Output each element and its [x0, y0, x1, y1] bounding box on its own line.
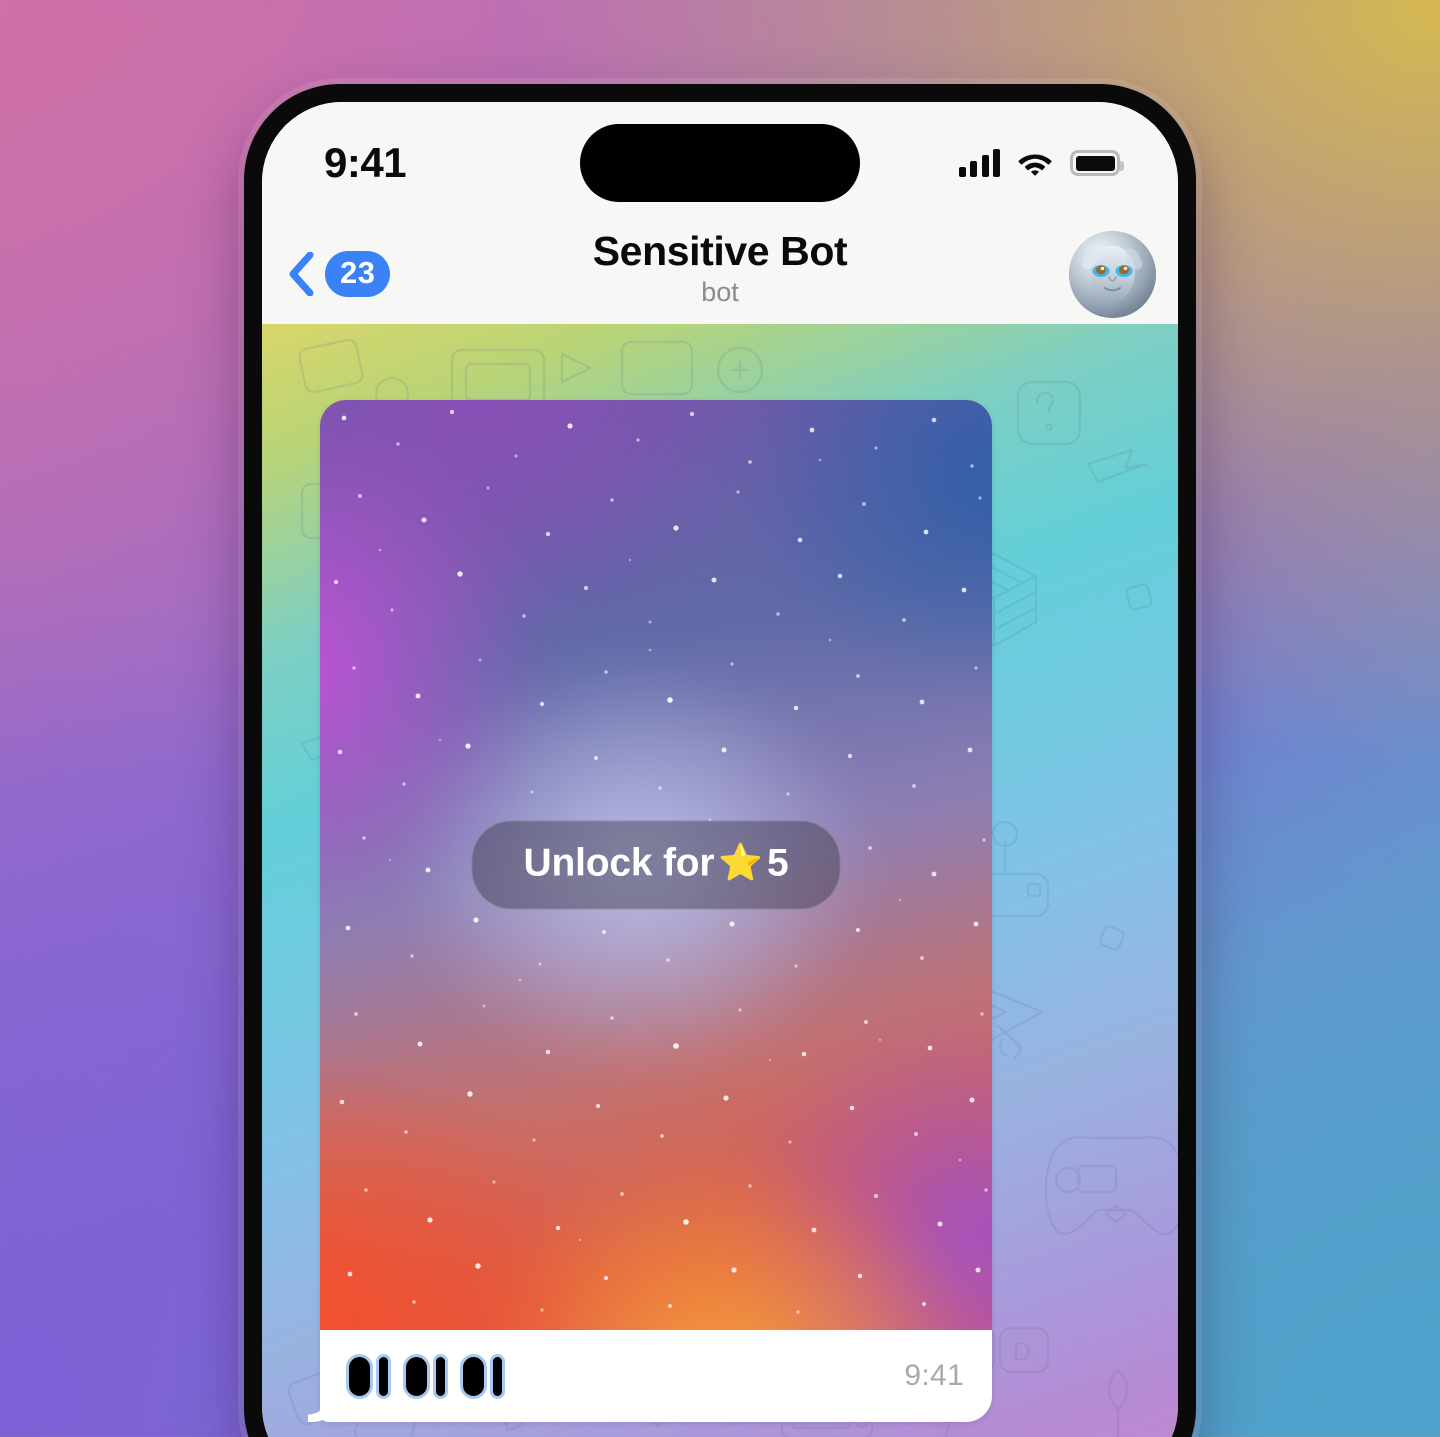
spoiler-block[interactable]: [460, 1353, 505, 1399]
unread-count-badge[interactable]: 23: [325, 251, 391, 297]
spoiler-block[interactable]: [403, 1353, 448, 1399]
chat-subtitle: bot: [701, 277, 739, 307]
message-caption-row: 9:41: [320, 1330, 992, 1422]
spoiler-block[interactable]: [346, 1353, 391, 1399]
avatar[interactable]: [1069, 230, 1156, 318]
spoiler-glyph-icon: [346, 1353, 373, 1399]
chevron-left-icon: [289, 252, 314, 296]
star-icon: ⭐: [718, 841, 763, 883]
unlock-label: Unlock for: [523, 841, 715, 885]
spoiler-glyph-icon: [403, 1353, 430, 1399]
spoiler-glyph-icon: [433, 1353, 448, 1399]
phone-screen: 9:41 23 Sensitive Bot bot D Unlock for ⭐…: [262, 102, 1178, 1437]
paid-media-spoiler[interactable]: Unlock for ⭐ 5: [320, 400, 992, 1330]
chat-title-block: Sensitive Bot bot: [262, 228, 1178, 308]
spoiler-glyph-icon: [376, 1353, 391, 1399]
message-timestamp: 9:41: [904, 1359, 964, 1392]
chat-title: Sensitive Bot: [592, 228, 848, 274]
unlock-price: 5: [766, 841, 789, 885]
cellular-bars-icon: [958, 149, 1000, 177]
chat-message-list[interactable]: W A S D: [262, 324, 1178, 1437]
svg-text:D: D: [1012, 1337, 1031, 1366]
status-bar-clock: 9:41: [324, 139, 407, 186]
spoiler-glyph-icon: [460, 1353, 487, 1399]
status-bar: 9:41: [262, 102, 1178, 224]
battery-full-icon: [1070, 150, 1124, 176]
unlock-media-button[interactable]: Unlock for ⭐ 5: [471, 820, 841, 910]
chat-header: 23 Sensitive Bot bot: [262, 224, 1178, 324]
message-bubble[interactable]: Unlock for ⭐ 5 9:41: [320, 400, 992, 1422]
robot-face-avatar: [1069, 230, 1156, 318]
caption-spoiler-blocks[interactable]: [346, 1353, 505, 1399]
spoiler-glyph-icon: [490, 1353, 505, 1399]
wifi-icon: [1017, 150, 1053, 177]
phone-frame: 9:41 23 Sensitive Bot bot D Unlock for ⭐…: [244, 84, 1196, 1437]
back-button[interactable]: 23: [288, 251, 391, 297]
dynamic-island: [580, 124, 860, 202]
status-bar-indicators: [958, 149, 1124, 177]
